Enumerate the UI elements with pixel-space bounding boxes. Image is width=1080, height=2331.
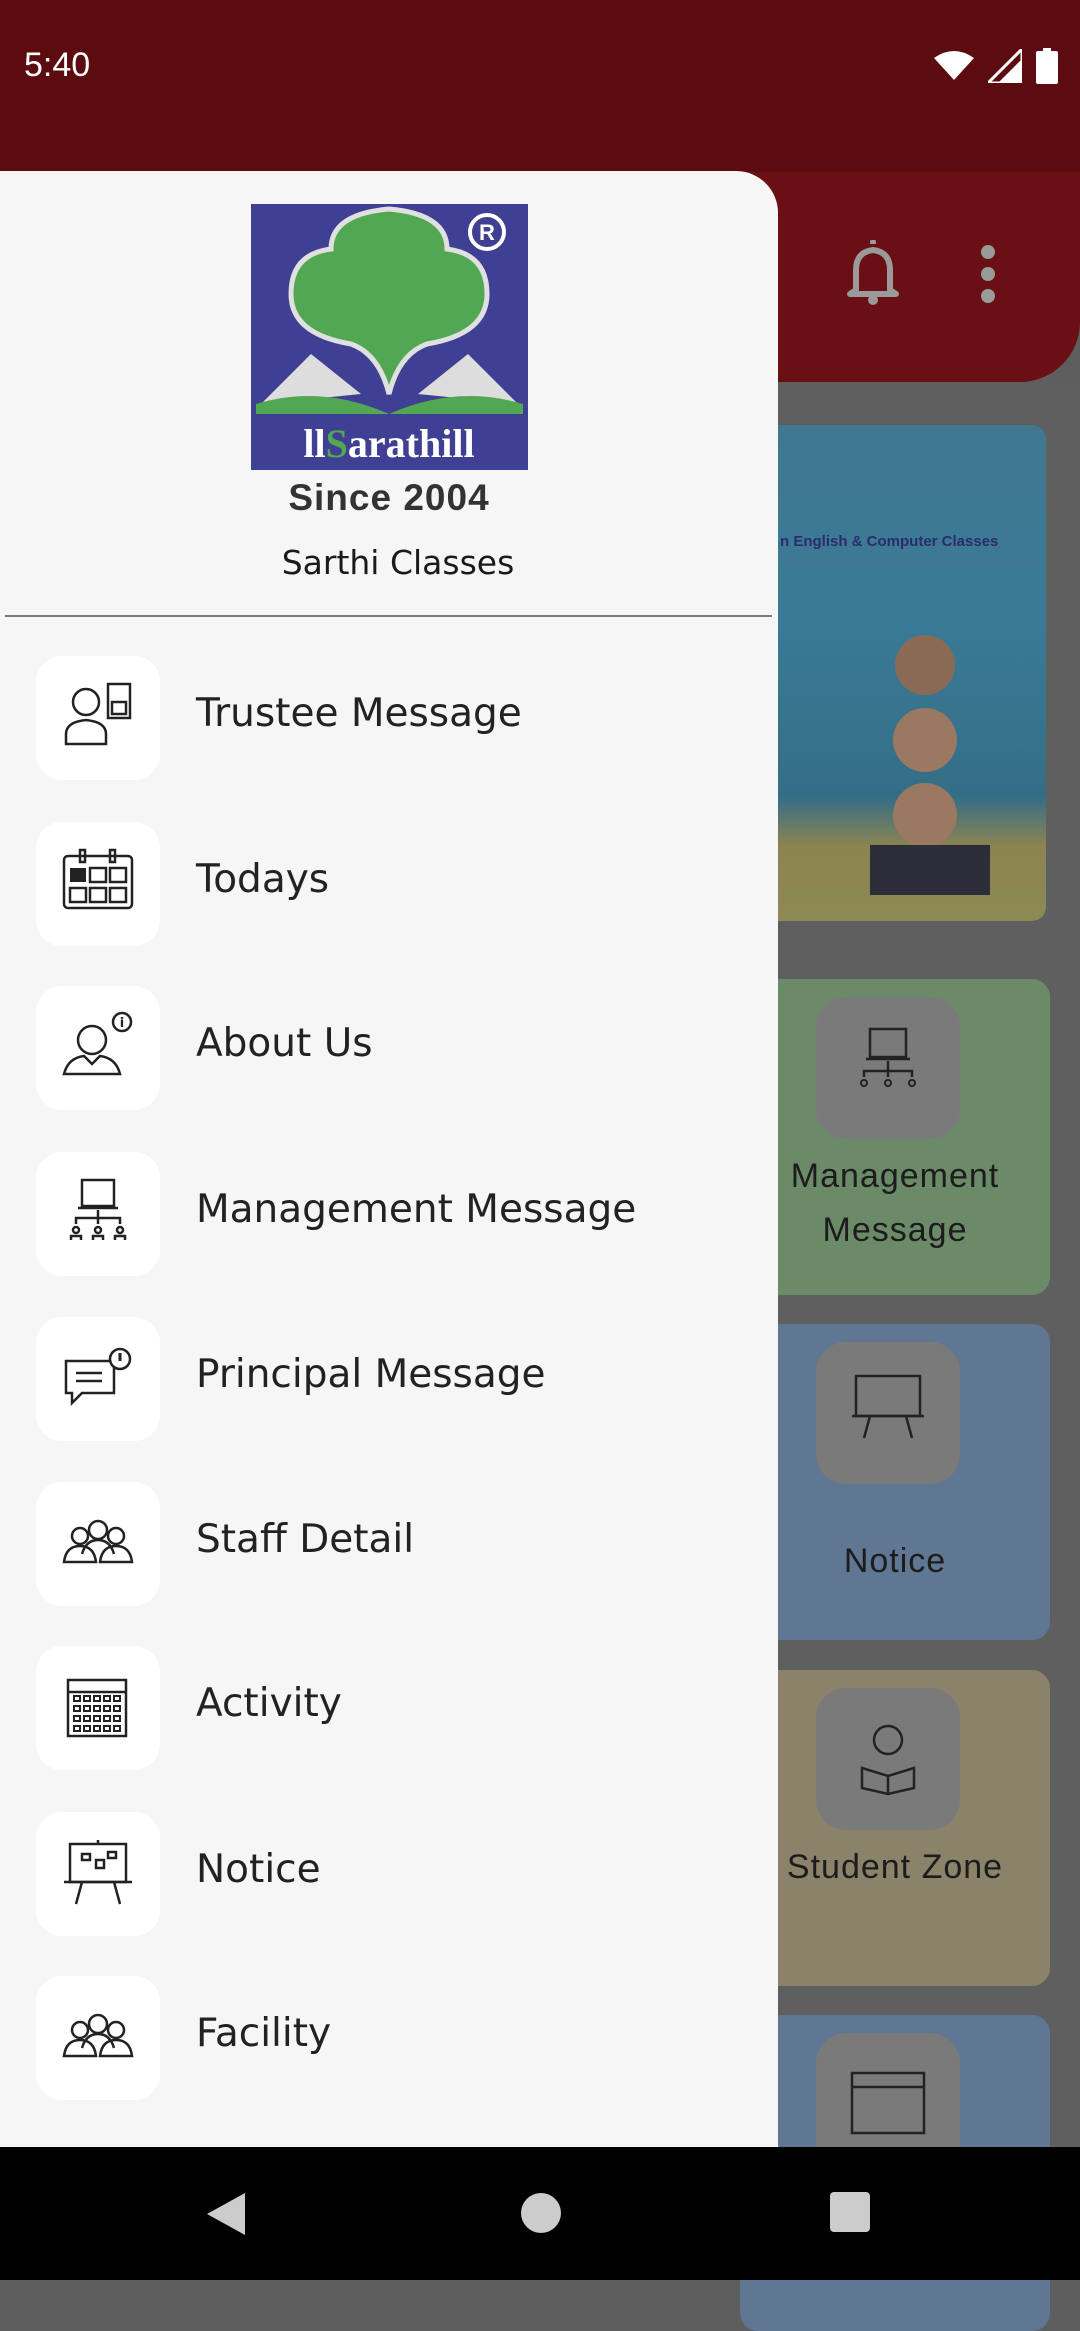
drawer-item-icon-box xyxy=(36,1646,160,1770)
svg-text:llSarathill: llSarathill xyxy=(303,421,474,466)
management-icon xyxy=(69,1178,127,1240)
tile-notice[interactable]: Notice xyxy=(740,1324,1050,1640)
drawer-item-trustee-message[interactable]: Trustee Message xyxy=(0,643,778,793)
tile-management-message[interactable]: Management Message xyxy=(740,979,1050,1295)
trustee-message-icon xyxy=(64,682,132,746)
drawer-item-icon-box xyxy=(36,822,160,946)
drawer-item-icon-box xyxy=(36,1812,160,1936)
drawer-item-icon-box xyxy=(36,1976,160,2100)
drawer-item-icon-box xyxy=(36,656,160,780)
banner-image[interactable]: n English & Computer Classes xyxy=(740,425,1046,921)
drawer-item-label: Principal Message xyxy=(196,1352,546,1397)
drawer-item-label: Notice xyxy=(196,1847,321,1892)
children-photo xyxy=(870,635,990,895)
group-icon xyxy=(62,1519,134,1564)
banner-text: n English & Computer Classes xyxy=(780,533,999,550)
more-vert-icon[interactable] xyxy=(978,244,998,304)
drawer-item-label: Activity xyxy=(196,1681,342,1726)
calendar-today-icon xyxy=(62,848,134,910)
drawer-item-about-us[interactable]: i About Us xyxy=(0,973,778,1123)
since-text: Since 2004 xyxy=(288,477,490,518)
drawer-item-label: About Us xyxy=(196,1021,373,1066)
calendar-grid-icon xyxy=(66,1678,128,1738)
home-icon[interactable] xyxy=(519,2191,563,2235)
drawer-item-icon-box: i xyxy=(36,986,160,1110)
person-info-icon: i xyxy=(62,1011,133,1076)
svg-text:i: i xyxy=(120,1016,124,1031)
drawer-item-principal-message[interactable]: Principal Message xyxy=(0,1304,778,1454)
drawer-item-todays[interactable]: Todays xyxy=(0,809,778,959)
status-bar: 5:40 xyxy=(0,0,1080,172)
back-icon[interactable] xyxy=(205,2191,247,2237)
divider xyxy=(5,615,772,617)
battery-icon xyxy=(1036,48,1058,84)
recents-icon[interactable] xyxy=(829,2191,871,2233)
student-reading-icon xyxy=(860,1724,916,1796)
org-name: Sarthi Classes xyxy=(281,543,515,582)
drawer-item-activity[interactable]: Activity xyxy=(0,1633,778,1783)
drawer-item-label: Trustee Message xyxy=(196,691,522,736)
status-time: 5:40 xyxy=(24,46,91,84)
drawer-item-label: Todays xyxy=(196,857,330,902)
navigation-drawer: R llSarathill Since 2004 Sarthi Classes … xyxy=(0,171,778,2147)
calendar-icon xyxy=(850,2071,926,2135)
wifi-icon xyxy=(934,51,974,80)
drawer-item-icon-box xyxy=(36,1482,160,1606)
management-icon xyxy=(860,1027,916,1087)
signal-icon xyxy=(988,49,1022,83)
tile-student-zone[interactable]: Student Zone xyxy=(740,1670,1050,1986)
drawer-item-staff-detail[interactable]: Staff Detail xyxy=(0,1469,778,1619)
svg-text:R: R xyxy=(479,220,495,245)
sarathi-logo: R llSarathill xyxy=(251,204,528,470)
chat-alert-icon xyxy=(64,1347,132,1407)
notice-board-icon xyxy=(852,1374,924,1439)
system-nav-bar xyxy=(0,2147,1080,2280)
drawer-item-label: Staff Detail xyxy=(196,1517,415,1562)
drawer-item-label: Facility xyxy=(196,2011,332,2056)
drawer-item-label: Management Message xyxy=(196,1187,637,1232)
group-icon xyxy=(62,2013,134,2058)
bell-icon[interactable] xyxy=(846,240,900,306)
drawer-item-management-message[interactable]: Management Message xyxy=(0,1139,778,1289)
notice-board-icon xyxy=(64,1840,132,1905)
drawer-item-facility[interactable]: Facility xyxy=(0,1963,778,2113)
drawer-item-icon-box xyxy=(36,1317,160,1441)
drawer-item-icon-box xyxy=(36,1152,160,1276)
drawer-item-notice[interactable]: Notice xyxy=(0,1799,778,1949)
